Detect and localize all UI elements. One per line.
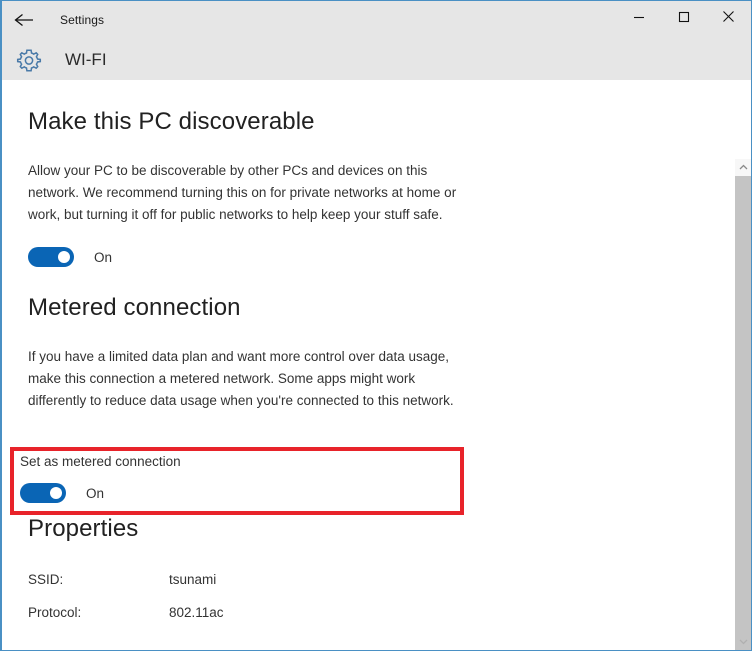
property-value: 802.11ac	[169, 605, 224, 620]
property-row-ssid: SSID: tsunami	[28, 543, 751, 587]
property-label: Protocol:	[28, 605, 82, 620]
discoverable-toggle-row: On	[28, 226, 751, 267]
maximize-icon	[678, 11, 690, 23]
discoverable-toggle-state: On	[94, 249, 113, 265]
highlight-annotation	[10, 447, 464, 515]
close-button[interactable]	[706, 1, 751, 32]
toggle-knob	[58, 251, 70, 263]
property-label: SSID:	[28, 572, 64, 587]
heading-metered: Metered connection	[28, 294, 241, 321]
minimize-icon	[633, 11, 645, 23]
page-title: WI-FI	[65, 49, 107, 69]
back-button[interactable]	[2, 1, 46, 39]
maximize-button[interactable]	[661, 1, 706, 32]
page-header: WI-FI	[2, 39, 751, 80]
property-value: tsunami	[169, 572, 217, 587]
gear-icon	[4, 47, 54, 73]
scroll-thumb[interactable]	[735, 176, 751, 650]
caption-buttons	[616, 1, 751, 39]
description-metered: If you have a limited data plan and want…	[28, 349, 454, 408]
heading-discoverable: Make this PC discoverable	[28, 108, 315, 135]
close-icon	[722, 10, 735, 23]
chevron-down-icon	[739, 638, 748, 645]
settings-content: Make this PC discoverable Allow your PC …	[2, 80, 751, 650]
minimize-button[interactable]	[616, 1, 661, 32]
titlebar-title: Settings	[60, 13, 105, 27]
property-row-protocol: Protocol: 802.11ac	[28, 587, 751, 620]
scroll-down-button[interactable]	[735, 633, 751, 650]
settings-window: Settings WI-FI Make this PC discoverable…	[0, 0, 752, 651]
scroll-up-button[interactable]	[735, 159, 751, 176]
titlebar: Settings	[2, 1, 751, 39]
back-arrow-icon	[13, 12, 35, 28]
chevron-up-icon	[739, 164, 748, 171]
vertical-scrollbar[interactable]	[734, 159, 751, 650]
discoverable-toggle[interactable]	[28, 247, 74, 267]
description-discoverable: Allow your PC to be discoverable by othe…	[28, 163, 457, 222]
